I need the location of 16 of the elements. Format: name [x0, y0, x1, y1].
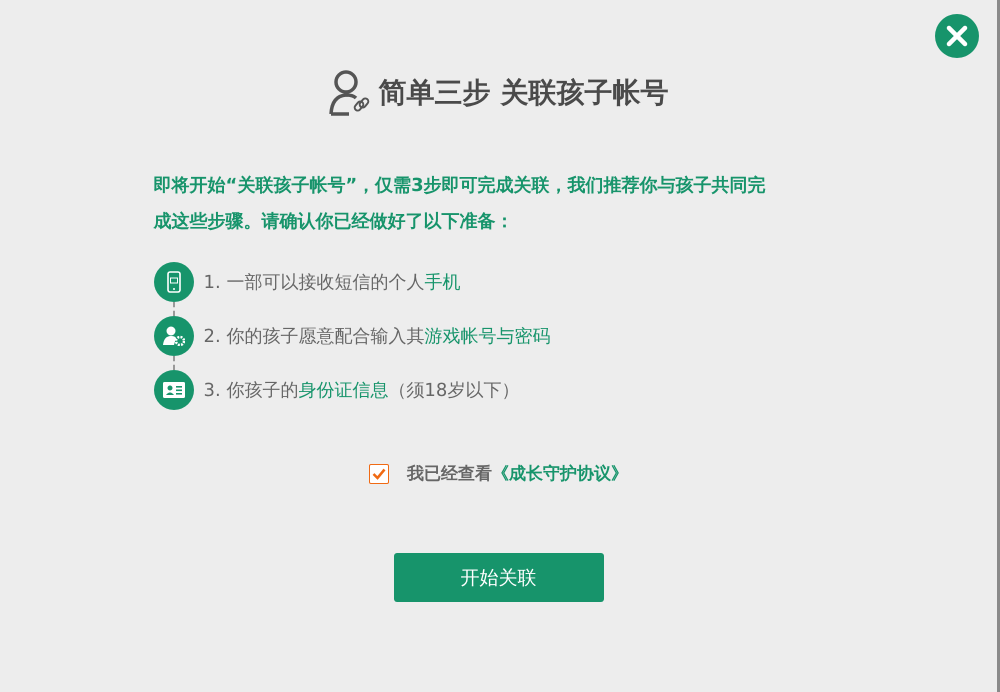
check-icon [372, 468, 386, 480]
phone-icon [166, 271, 180, 293]
id-card-icon [162, 382, 184, 398]
agreement-label: 我已经查看《成长守护协议》 [407, 463, 628, 485]
agreement-link[interactable]: 《成长守护协议》 [492, 464, 628, 484]
dialog-title: 简单三步 关联孩子帐号 [378, 75, 668, 111]
step-text: 1. 一部可以接收短信的个人手机 [204, 271, 460, 294]
user-gear-icon [162, 326, 184, 346]
start-button[interactable]: 开始关联 [394, 553, 604, 602]
close-icon [946, 25, 968, 47]
agreement-checkbox[interactable] [369, 464, 389, 484]
user-link-icon [328, 70, 371, 116]
step-text: 3. 你孩子的身份证信息（须18岁以下） [204, 379, 520, 402]
intro-text: 即将开始“关联孩子帐号”，仅需3步即可完成关联，我们推荐你与孩子共同完成这些步骤。请确认你已经做好了以下准备： [154, 174, 767, 234]
close-button[interactable] [935, 14, 979, 58]
step-text: 2. 你的孩子愿意配合输入其游戏帐号与密码 [204, 325, 550, 348]
